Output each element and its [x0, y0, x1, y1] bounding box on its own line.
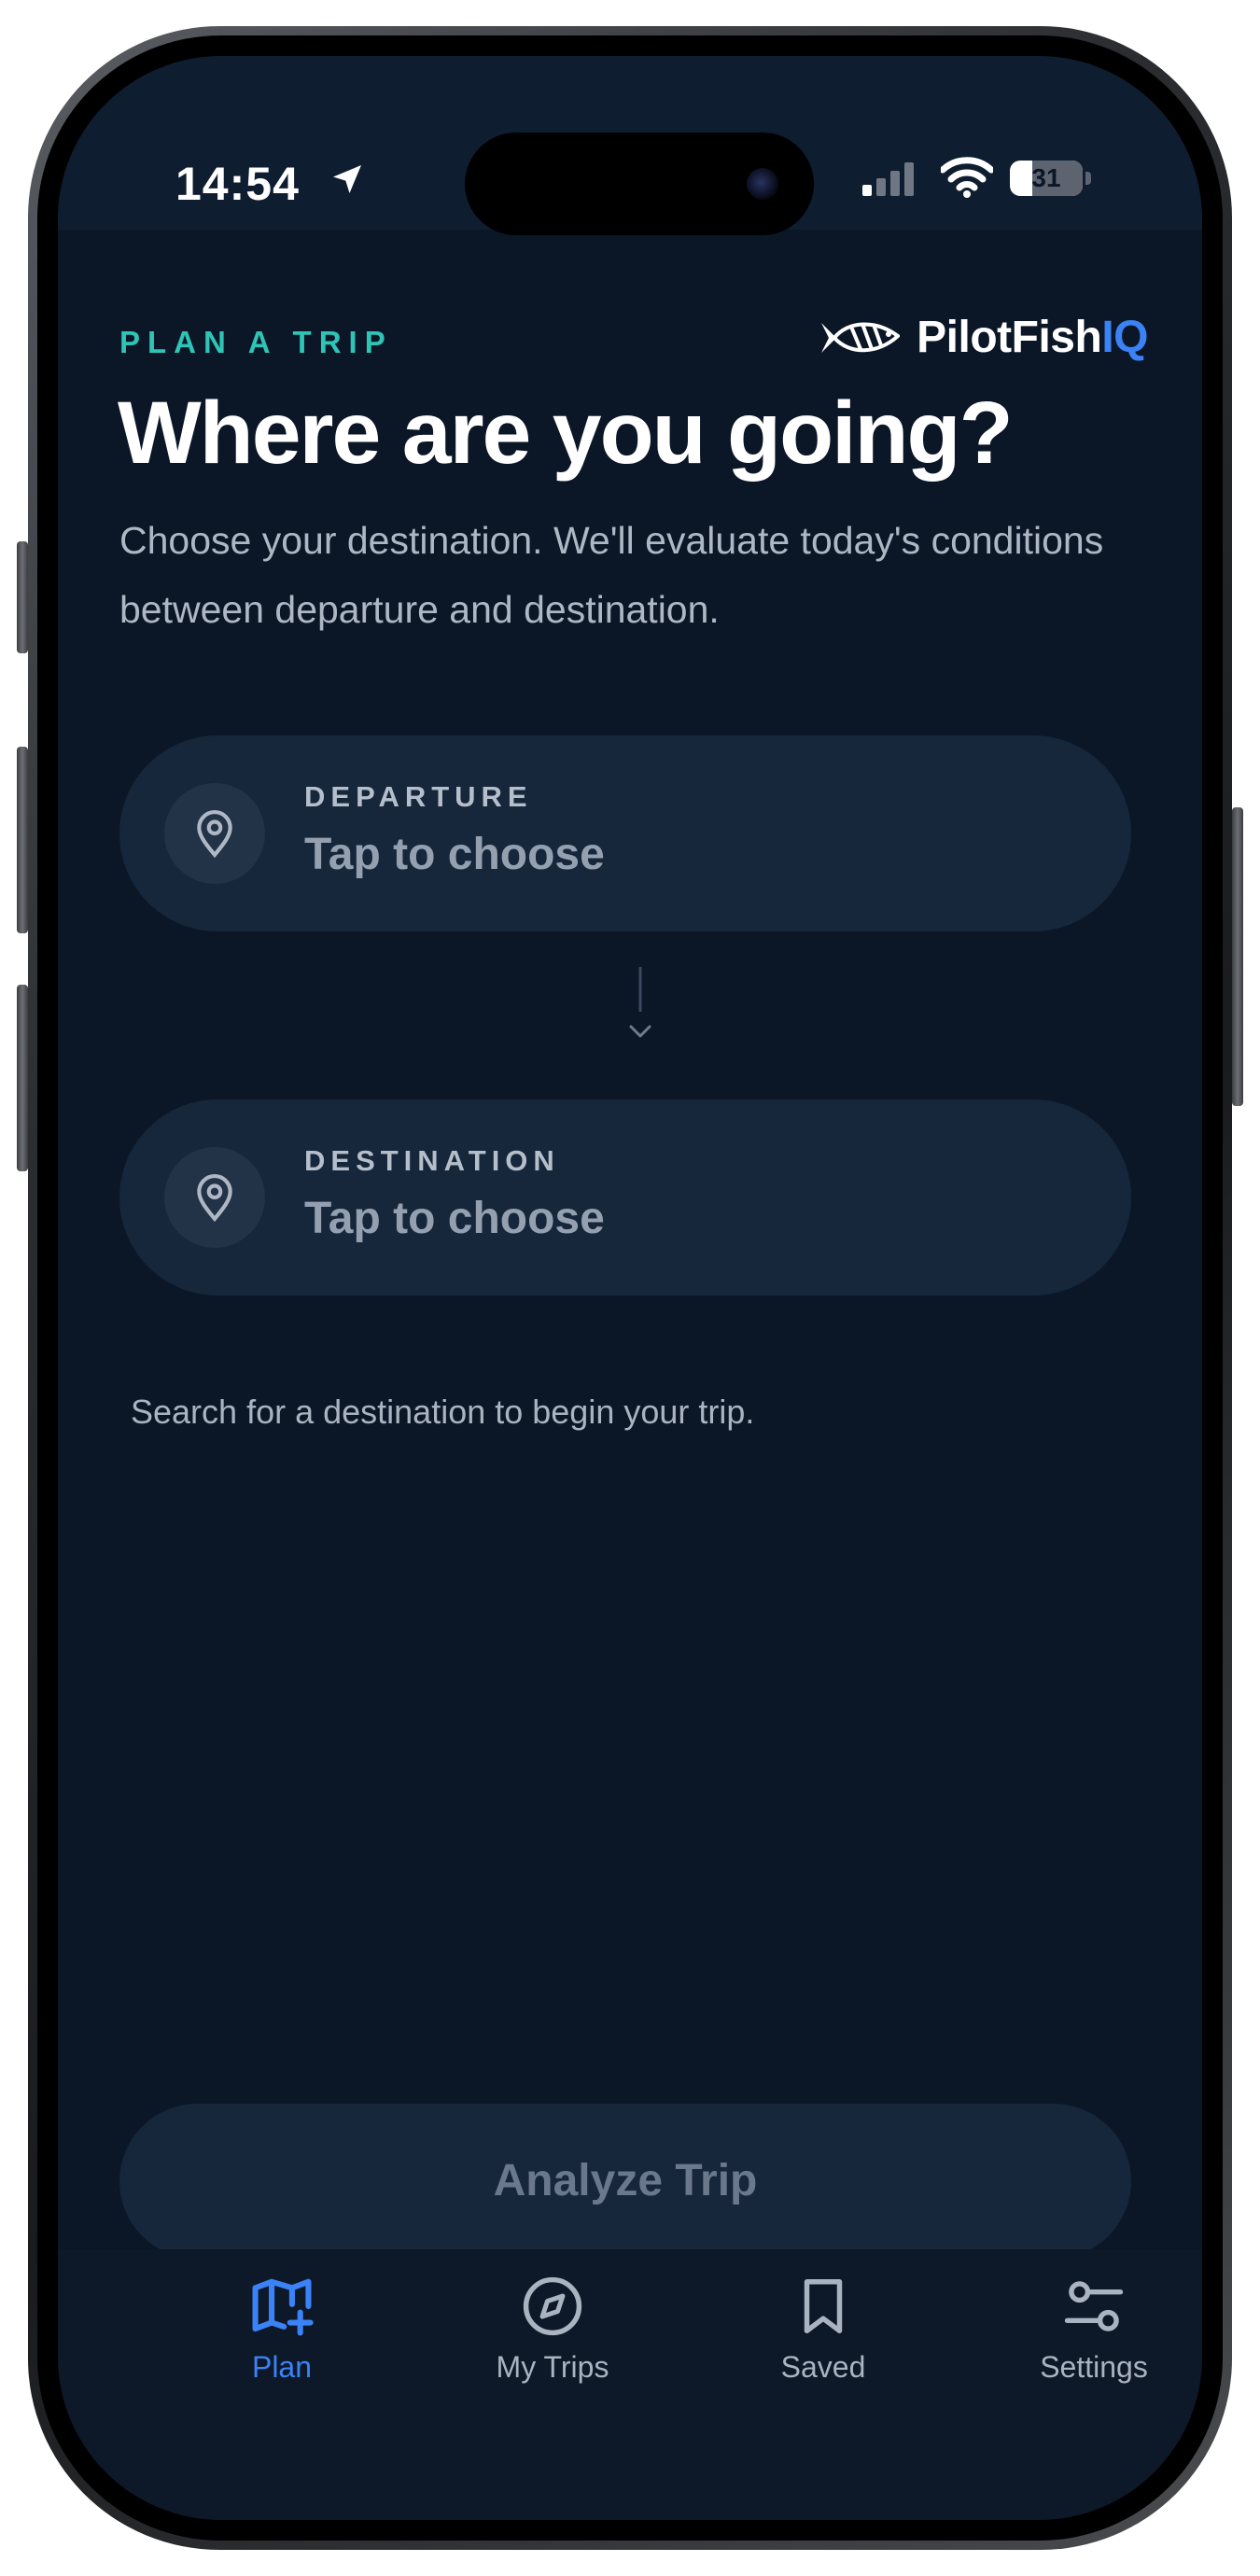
analyze-trip-button[interactable]: Analyze Trip — [119, 2104, 1131, 2259]
chevron-down-icon — [629, 967, 651, 1038]
map-pin-icon — [197, 1174, 232, 1223]
destination-label: DESTINATION — [304, 1144, 560, 1177]
sliders-icon — [1064, 2281, 1124, 2331]
app-screen: 14:54 31 PLAN A TRIP PilotFishIQ Where a… — [58, 56, 1202, 2520]
volume-up-button — [17, 747, 28, 933]
phone-frame: 14:54 31 PLAN A TRIP PilotFishIQ Where a… — [28, 26, 1232, 2550]
page-subtitle: Choose your destination. We'll evaluate … — [119, 519, 1104, 631]
power-button — [1232, 807, 1243, 1106]
departure-pin-badge — [164, 783, 265, 884]
tab-settings[interactable]: Settings — [991, 2274, 1197, 2423]
compass-icon — [523, 2276, 582, 2336]
phone-bezel: 14:54 31 PLAN A TRIP PilotFishIQ Where a… — [37, 35, 1223, 2541]
bottom-tab-bar: Plan My Trips Saved Settings — [58, 2249, 1202, 2520]
dynamic-island — [465, 133, 814, 235]
departure-label: DEPARTURE — [304, 780, 533, 813]
destination-pin-badge — [164, 1147, 265, 1248]
tab-label: Settings — [1040, 2350, 1148, 2384]
volume-down-button — [17, 985, 28, 1171]
fish-logo-icon — [821, 322, 901, 353]
brand-name: PilotFishIQ — [917, 313, 1148, 362]
map-plus-icon — [252, 2278, 314, 2336]
map-pin-icon — [197, 810, 232, 859]
action-button — [17, 541, 28, 653]
empty-state-hint: Search for a destination to begin your t… — [131, 1393, 755, 1431]
bookmark-icon — [804, 2279, 843, 2333]
tab-my-trips[interactable]: My Trips — [450, 2274, 655, 2423]
camera-icon — [747, 168, 778, 200]
cellular-signal-icon — [862, 162, 914, 196]
section-eyebrow: PLAN A TRIP — [119, 325, 393, 359]
tab-label: Saved — [780, 2350, 866, 2384]
battery-nub — [1085, 172, 1091, 185]
tab-saved[interactable]: Saved — [721, 2274, 926, 2423]
tab-plan[interactable]: Plan — [179, 2274, 385, 2423]
status-time: 14:54 — [175, 158, 300, 210]
tab-label: My Trips — [496, 2350, 609, 2384]
brand-logo: PilotFishIQ — [819, 312, 1148, 363]
departure-value: Tap to choose — [304, 830, 605, 879]
tab-label: Plan — [251, 2350, 313, 2384]
wifi-icon — [941, 157, 993, 198]
battery-indicator: 31 — [1010, 161, 1083, 196]
destination-selector[interactable]: DESTINATION Tap to choose — [119, 1099, 1131, 1295]
status-bar: 14:54 31 — [58, 56, 1202, 235]
page-title: Where are you going? — [118, 384, 1014, 483]
destination-value: Tap to choose — [304, 1194, 605, 1243]
battery-level: 31 — [1031, 163, 1061, 192]
departure-selector[interactable]: DEPARTURE Tap to choose — [119, 735, 1131, 931]
location-arrow-icon — [333, 165, 361, 193]
